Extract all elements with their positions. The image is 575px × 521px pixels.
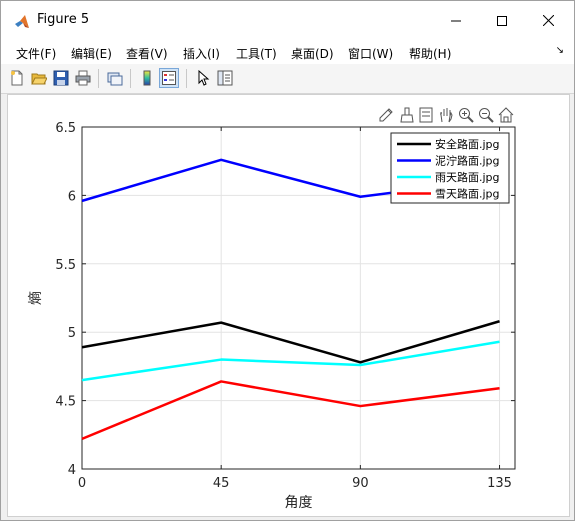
menu-help[interactable]: 帮助(H) [409,45,451,62]
edit-plot-icon[interactable] [193,68,213,88]
toolbar-separator [98,69,99,88]
window-title: Figure 5 [37,12,90,27]
matlab-logo-icon [14,14,30,30]
figure-canvas: 0 45 90 135 4 4.5 5 5.5 6 6.5 角度 熵 安全路面.jpg 泥泞路面.jpg 雨… [7,94,570,517]
y-tick-label: 5.5 [55,258,76,273]
menu-file[interactable]: 文件(F) [16,45,56,62]
figure-window: Figure 5 文件(F) 编辑(E) 查看(V) 插入(I) 工具(T) 桌… [0,0,575,521]
y-axis-label: 熵 [28,291,44,305]
maximize-button[interactable] [479,1,525,39]
title-bar[interactable]: Figure 5 [1,1,574,39]
x-tick-label: 90 [352,476,369,491]
save-icon[interactable] [51,68,71,88]
menu-view[interactable]: 查看(V) [126,45,168,62]
y-tick-label: 5 [68,326,76,341]
menu-tools[interactable]: 工具(T) [236,45,277,62]
maximize-icon [497,11,507,30]
close-icon [542,11,554,30]
legend-label-1: 泥泞路面.jpg [435,155,500,168]
legend-label-2: 雨天路面.jpg [435,171,500,184]
menu-insert[interactable]: 插入(I) [183,45,220,62]
dock-arrow-icon[interactable]: ↘ [556,45,564,56]
new-figure-icon[interactable] [7,68,27,88]
toolbar-separator [130,69,131,88]
x-tick-label: 45 [213,476,230,491]
line-chart: 0 45 90 135 4 4.5 5 5.5 6 6.5 角度 熵 安全路面.jpg 泥泞路面.jpg 雨… [28,121,516,511]
menu-bar: 文件(F) 编辑(E) 查看(V) 插入(I) 工具(T) 桌面(D) 窗口(W… [1,39,574,64]
legend-label-0: 安全路面.jpg [435,137,500,151]
toolbar-separator [186,69,187,88]
figure-toolbar [1,64,574,94]
legend-icon[interactable] [159,68,179,88]
y-tick-label: 4.5 [55,395,76,410]
menu-window[interactable]: 窗口(W) [348,45,393,62]
x-tick-label: 135 [487,476,512,491]
legend: 安全路面.jpg 泥泞路面.jpg 雨天路面.jpg 雪天路面.jpg [390,132,510,204]
print-icon[interactable] [73,68,93,88]
menu-edit[interactable]: 编辑(E) [71,45,112,62]
minimize-button[interactable] [433,1,479,39]
y-tick-label: 4 [68,463,76,478]
y-tick-label: 6 [68,189,76,204]
menu-desktop[interactable]: 桌面(D) [291,45,334,62]
link-plot-icon[interactable] [105,68,125,88]
y-tick-label: 6.5 [55,121,76,136]
minimize-icon [451,11,461,30]
property-inspector-icon[interactable] [215,68,235,88]
open-file-icon[interactable] [29,68,49,88]
x-tick-label: 0 [78,476,86,491]
legend-label-3: 雪天路面.jpg [435,188,500,201]
close-button[interactable] [525,1,571,39]
x-axis-label: 角度 [285,495,313,511]
colorbar-icon[interactable] [137,68,157,88]
